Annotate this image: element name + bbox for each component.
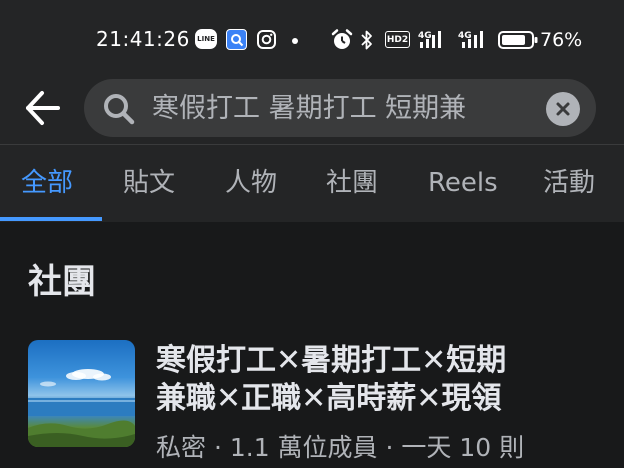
back-button[interactable] (20, 86, 64, 130)
notification-dot-icon (292, 38, 298, 44)
bluetooth-icon (358, 28, 376, 52)
search-icon (102, 92, 136, 126)
hd-voice-icon: HD2 (385, 31, 410, 48)
active-tab-indicator (0, 217, 102, 221)
search-field[interactable]: 寒假打工 暑期打工 短期兼 (84, 79, 596, 137)
screen: 21:41:26 LINE HD2 4G 4G 76% 寒假打工 暑期打工 短期… (0, 0, 624, 468)
battery-icon (497, 29, 539, 51)
clear-search-button[interactable] (546, 92, 580, 126)
status-bar: 21:41:26 LINE HD2 4G 4G 76% (0, 0, 624, 78)
instagram-icon (256, 29, 277, 50)
section-title: 社團 (28, 262, 96, 302)
network-type-label: 4G (418, 31, 432, 41)
status-time: 21:41:26 (96, 27, 190, 51)
alarm-icon (330, 28, 354, 52)
tab-posts[interactable]: 貼文 (123, 165, 175, 201)
battery-percent: 76% (540, 29, 583, 51)
group-result[interactable]: 寒假打工✕暑期打工✕短期 兼職✕正職✕高時薪✕現領 私密 · 1.1 萬位成員 … (0, 336, 624, 468)
group-name[interactable]: 寒假打工✕暑期打工✕短期 兼職✕正職✕高時薪✕現領 (156, 342, 596, 418)
tab-events[interactable]: 活動 (543, 165, 595, 201)
close-icon (556, 102, 570, 116)
signal-strength-icon: 4G (458, 29, 490, 51)
back-arrow-icon (26, 91, 60, 125)
search-input[interactable]: 寒假打工 暑期打工 短期兼 (152, 93, 520, 125)
signal-strength-icon: 4G (418, 29, 448, 51)
filter-tabs: 全部 貼文 人物 社團 Reels 活動 (0, 144, 624, 222)
tab-all[interactable]: 全部 (21, 165, 73, 201)
group-name-line: 兼職✕正職✕高時薪✕現領 (156, 381, 502, 416)
tab-groups[interactable]: 社團 (326, 165, 378, 201)
tab-people[interactable]: 人物 (225, 165, 277, 201)
tab-reels[interactable]: Reels (428, 165, 498, 201)
group-cover-image[interactable] (28, 340, 135, 447)
group-meta: 私密 · 1.1 萬位成員 · 一天 10 則 (156, 433, 525, 462)
group-name-line: 寒假打工✕暑期打工✕短期 (156, 343, 507, 378)
line-app-icon: LINE (195, 29, 217, 49)
search-app-icon (226, 29, 247, 50)
